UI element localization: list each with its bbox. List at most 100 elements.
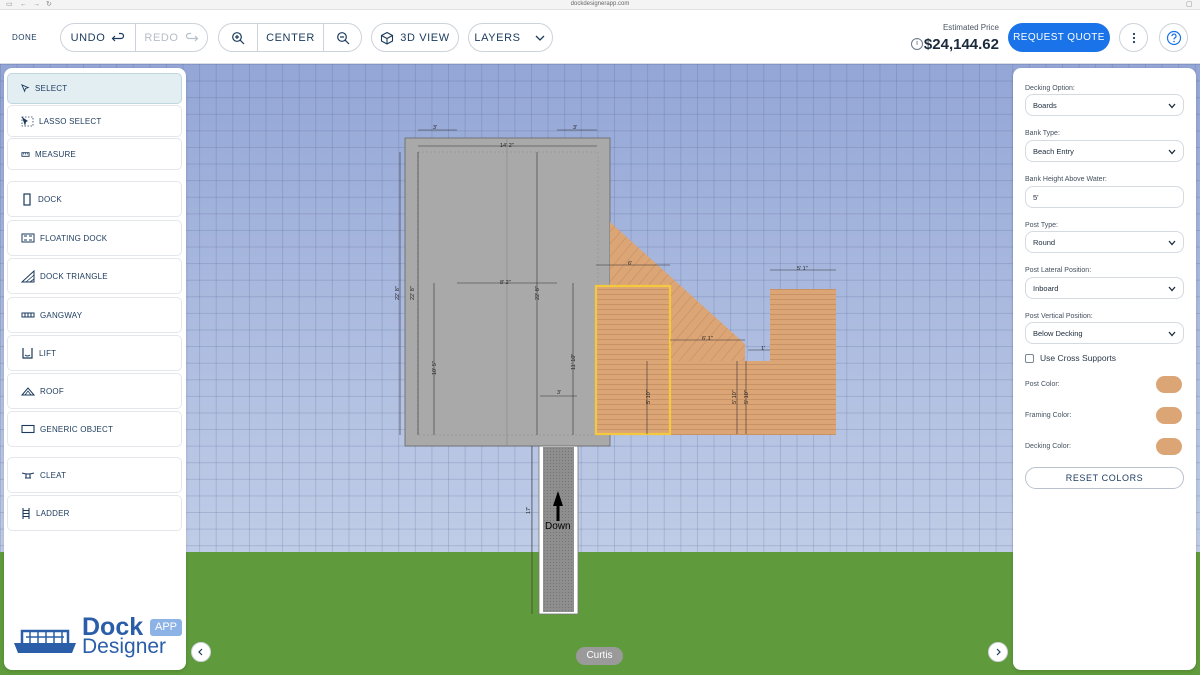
gangway-icon (21, 312, 35, 318)
lift-icon (22, 347, 33, 359)
tool-label: LIFT (39, 348, 57, 358)
tool-lift[interactable]: LIFT (7, 335, 182, 371)
cross-supports-label: Use Cross Supports (1040, 353, 1117, 363)
logo-word-designer: Designer (82, 635, 167, 658)
dim-left-low: 10' 5" (432, 361, 438, 375)
tool-dock[interactable]: DOCK (7, 181, 182, 217)
cleat-icon (21, 472, 35, 479)
dim-mid-width: 8' 2" (500, 280, 511, 286)
tool-select[interactable]: SELECT (7, 73, 182, 104)
post-type-value: Round (1033, 237, 1056, 247)
tool-label: LASSO SELECT (39, 116, 102, 126)
dim-right-top: 5' 1" (797, 266, 808, 272)
post-type-label: Post Type: (1025, 222, 1058, 229)
post-lateral-label: Post Lateral Position: (1025, 267, 1092, 274)
bank-type-select[interactable]: Beach Entry (1025, 140, 1184, 162)
dim-orange-top: 6' (628, 261, 632, 267)
dim-left-outer: 22' 8" (395, 286, 401, 300)
tool-label: GANGWAY (40, 310, 83, 320)
dock-logo-icon (14, 629, 76, 653)
tool-gangway[interactable]: GANGWAY (7, 297, 182, 333)
right-deck[interactable] (770, 289, 836, 435)
lasso-icon (21, 116, 34, 126)
triangle-icon (21, 269, 35, 282)
roof-icon (21, 387, 35, 396)
decking-option-label: Decking Option: (1025, 85, 1075, 92)
dim-left-inner: 22' 8" (410, 286, 416, 300)
tool-cleat[interactable]: CLEAT (7, 457, 182, 493)
dim-top-left: 3' (433, 125, 437, 131)
tool-label: DOCK TRIANGLE (40, 271, 108, 281)
framing-color-swatch[interactable] (1156, 407, 1182, 424)
dim-step-h2: 5' 10" (744, 390, 750, 404)
rectangle-icon (21, 424, 35, 434)
dim-small: 3' (557, 390, 561, 396)
chevron-down-icon (1168, 103, 1176, 109)
dock-icon (23, 192, 31, 206)
tool-dock-triangle[interactable]: DOCK TRIANGLE (7, 258, 182, 294)
design-name-label[interactable]: Curtis (576, 647, 623, 665)
logo-app-badge: APP (150, 619, 182, 636)
reset-colors-button[interactable]: RESET COLORS (1025, 467, 1184, 489)
tool-generic-object[interactable]: GENERIC OBJECT (7, 411, 182, 447)
decking-color-label: Decking Color: (1025, 443, 1071, 450)
chevron-down-icon (1168, 331, 1176, 337)
decking-option-select[interactable]: Boards (1025, 94, 1184, 116)
chevron-left-icon (198, 648, 203, 656)
decking-color-swatch[interactable] (1156, 438, 1182, 455)
main-dock[interactable] (404, 137, 611, 447)
post-vertical-select[interactable]: Below Decking (1025, 322, 1184, 344)
tool-label: SELECT (35, 84, 68, 93)
post-color-label: Post Color: (1025, 381, 1060, 388)
tool-label: FLOATING DOCK (40, 233, 108, 243)
post-type-select[interactable]: Round (1025, 231, 1184, 253)
chevron-down-icon (1168, 240, 1176, 246)
framing-color-label: Framing Color: (1025, 412, 1072, 419)
tool-measure[interactable]: MEASURE (7, 138, 182, 170)
post-lateral-value: Inboard (1033, 283, 1059, 293)
post-vertical-label: Post Vertical Position: (1025, 313, 1093, 320)
dim-step-width: 1' (761, 346, 765, 352)
dim-top-right: 3' (573, 125, 577, 131)
collapse-left-panel-button[interactable] (191, 642, 211, 662)
tool-label: ROOF (40, 386, 64, 396)
tool-lasso-select[interactable]: LASSO SELECT (7, 105, 182, 137)
gangway-label: Down (545, 521, 571, 532)
chevron-right-icon (996, 648, 1001, 656)
ladder-icon (22, 507, 30, 519)
floating-dock-icon (21, 233, 35, 243)
dim-width: 14' 2" (500, 143, 514, 149)
ruler-icon (21, 151, 30, 157)
bank-height-label: Bank Height Above Water: (1025, 176, 1107, 183)
bank-height-input[interactable]: 5' (1025, 186, 1184, 208)
tool-floating-dock[interactable]: FLOATING DOCK (7, 220, 182, 256)
tool-label: MEASURE (35, 149, 76, 159)
tool-label: LADDER (36, 508, 70, 518)
post-lateral-select[interactable]: Inboard (1025, 277, 1184, 299)
collapse-right-panel-button[interactable] (988, 642, 1008, 662)
dim-orange-height: 5' 10" (646, 390, 652, 404)
bank-type-label: Bank Type: (1025, 130, 1060, 137)
dim-step-h1: 5' 10" (732, 390, 738, 404)
tool-panel: SELECT LASSO SELECT MEASURE DOCK FLOATIN… (4, 68, 186, 670)
post-color-swatch[interactable] (1156, 376, 1182, 393)
selected-deck[interactable] (594, 284, 672, 436)
post-vertical-value: Below Decking (1033, 328, 1083, 338)
tool-ladder[interactable]: LADDER (7, 495, 182, 531)
dim-orange-mid: 6' 1" (702, 336, 713, 342)
cursor-icon (21, 84, 30, 93)
bank-type-value: Beach Entry (1033, 146, 1074, 156)
decking-option-value: Boards (1033, 100, 1057, 110)
tool-roof[interactable]: ROOF (7, 373, 182, 409)
chevron-down-icon (1168, 286, 1176, 292)
tool-label: DOCK (38, 194, 62, 204)
tool-label: CLEAT (40, 470, 67, 480)
tool-label: GENERIC OBJECT (40, 424, 114, 434)
dim-gangway-length: 17' (526, 507, 532, 514)
properties-panel: Decking Option: Boards Bank Type: Beach … (1013, 68, 1196, 670)
dock-designer-logo: Dock Designer APP (12, 615, 182, 659)
bank-height-value: 5' (1033, 192, 1039, 202)
dim-mid-height: 22' 8" (535, 286, 541, 300)
dim-right-low: 11' 10" (571, 354, 577, 370)
cross-supports-checkbox[interactable] (1025, 354, 1034, 363)
